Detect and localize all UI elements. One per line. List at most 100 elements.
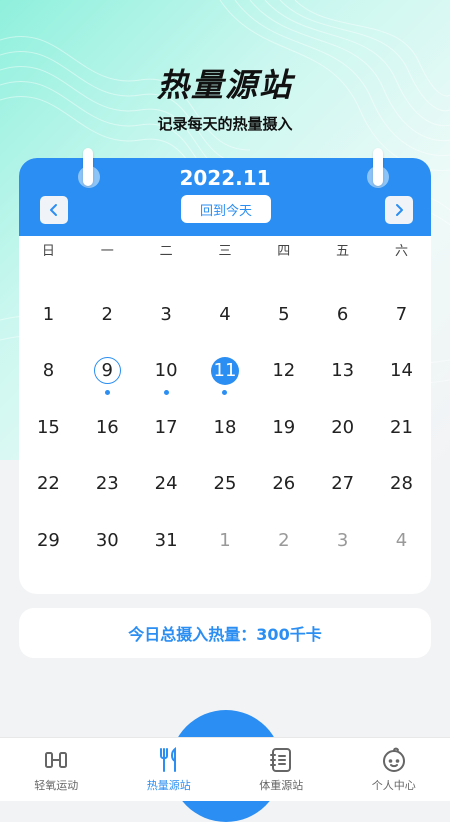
day-number: 1	[34, 300, 62, 328]
day-number: 21	[387, 413, 415, 441]
calendar-day[interactable]: 25	[196, 456, 255, 513]
calendar-day[interactable]: 27	[313, 456, 372, 513]
calendar-day[interactable]: 1	[19, 286, 78, 343]
calendar-day[interactable]: 4	[372, 512, 431, 569]
page-title: 热量源站	[0, 60, 450, 106]
day-number: 31	[152, 526, 180, 554]
calendar-day[interactable]: 20	[313, 399, 372, 456]
calendar-day[interactable]: 13	[313, 343, 372, 400]
day-number: 30	[93, 526, 121, 554]
calendar-day[interactable]: 3	[137, 286, 196, 343]
day-number: 2	[270, 526, 298, 554]
day-number: 10	[152, 357, 180, 385]
tab-weight-station[interactable]: 体重源站	[225, 738, 338, 801]
weekday-label: 四	[254, 240, 313, 259]
calendar-day[interactable]: 1	[196, 512, 255, 569]
day-number: 5	[270, 300, 298, 328]
weekday-label: 三	[196, 240, 255, 259]
weekday-label: 二	[137, 240, 196, 259]
day-number: 20	[329, 413, 357, 441]
record-indicator-dot	[105, 390, 110, 395]
day-number: 4	[211, 300, 239, 328]
day-number: 13	[329, 357, 357, 385]
day-number: 6	[329, 300, 357, 328]
day-number: 25	[211, 470, 239, 498]
bottom-tab-bar: 轻氧运动 热量源站 体重源站	[0, 737, 450, 801]
binder-ring-right	[373, 148, 383, 186]
fork-knife-icon	[156, 747, 182, 773]
calendar-day[interactable]: 28	[372, 456, 431, 513]
day-number: 23	[93, 470, 121, 498]
calendar-day[interactable]: 8	[19, 343, 78, 400]
calendar-day[interactable]: 23	[78, 456, 137, 513]
binder-ring-left	[83, 148, 93, 186]
next-month-button[interactable]	[385, 196, 413, 224]
day-number: 16	[93, 413, 121, 441]
prev-month-button[interactable]	[40, 196, 68, 224]
day-number: 15	[34, 413, 62, 441]
calendar-day[interactable]: 16	[78, 399, 137, 456]
weekday-label: 五	[313, 240, 372, 259]
calendar-day[interactable]: 2	[254, 512, 313, 569]
tab-exercise[interactable]: 轻氧运动	[0, 738, 113, 801]
daily-total-text: 今日总摄入热量：300千卡	[128, 621, 321, 645]
calendar-day[interactable]: 7	[372, 286, 431, 343]
calendar-day[interactable]: 9	[78, 343, 137, 400]
calendar-day[interactable]: 22	[19, 456, 78, 513]
page-subtitle: 记录每天的热量摄入	[0, 113, 450, 134]
day-number: 12	[270, 357, 298, 385]
tab-label: 个人中心	[372, 777, 416, 793]
day-number: 7	[387, 300, 415, 328]
calendar-day[interactable]: 2	[78, 286, 137, 343]
calendar-day-grid: 1234567891011121314151617181920212223242…	[19, 286, 431, 569]
calendar-day[interactable]: 4	[196, 286, 255, 343]
calendar-day[interactable]: 19	[254, 399, 313, 456]
calendar-day[interactable]: 10	[137, 343, 196, 400]
tab-label: 轻氧运动	[34, 777, 78, 793]
chevron-right-icon	[392, 203, 406, 217]
day-number: 18	[211, 413, 239, 441]
day-number: 3	[329, 526, 357, 554]
calendar-day[interactable]: 29	[19, 512, 78, 569]
day-number: 8	[34, 357, 62, 385]
record-indicator-dot	[222, 390, 227, 395]
calendar-day[interactable]: 18	[196, 399, 255, 456]
day-number: 19	[270, 413, 298, 441]
calendar-day[interactable]: 31	[137, 512, 196, 569]
calendar-day[interactable]: 24	[137, 456, 196, 513]
tab-calorie-station[interactable]: 热量源站	[113, 738, 226, 801]
calendar-day[interactable]: 15	[19, 399, 78, 456]
tab-label: 体重源站	[259, 777, 303, 793]
calendar-day[interactable]: 12	[254, 343, 313, 400]
notebook-icon	[268, 747, 294, 773]
record-indicator-dot	[164, 390, 169, 395]
chevron-left-icon	[47, 203, 61, 217]
calendar-day[interactable]: 26	[254, 456, 313, 513]
calendar-day[interactable]: 14	[372, 343, 431, 400]
weekday-label: 日	[19, 240, 78, 259]
day-number: 3	[152, 300, 180, 328]
calendar-day[interactable]: 6	[313, 286, 372, 343]
calendar-day[interactable]: 30	[78, 512, 137, 569]
calendar-day[interactable]: 17	[137, 399, 196, 456]
calendar-day-selected[interactable]: 11	[196, 343, 255, 400]
tab-profile[interactable]: 个人中心	[338, 738, 450, 801]
day-number: 4	[387, 526, 415, 554]
day-number: 17	[152, 413, 180, 441]
day-number: 29	[34, 526, 62, 554]
day-number: 22	[34, 470, 62, 498]
daily-total-card: 今日总摄入热量：300千卡	[19, 608, 431, 658]
back-to-today-button[interactable]: 回到今天	[181, 195, 271, 223]
day-number: 14	[387, 357, 415, 385]
calendar-day[interactable]: 21	[372, 399, 431, 456]
day-number: 26	[270, 470, 298, 498]
calendar-day[interactable]: 5	[254, 286, 313, 343]
day-number: 24	[152, 470, 180, 498]
weekday-label: 六	[372, 240, 431, 259]
calendar-day[interactable]: 3	[313, 512, 372, 569]
tab-label: 热量源站	[147, 777, 191, 793]
day-number: 28	[387, 470, 415, 498]
dumbbell-icon	[43, 747, 69, 773]
day-number: 9	[94, 357, 121, 384]
face-icon	[381, 747, 407, 773]
